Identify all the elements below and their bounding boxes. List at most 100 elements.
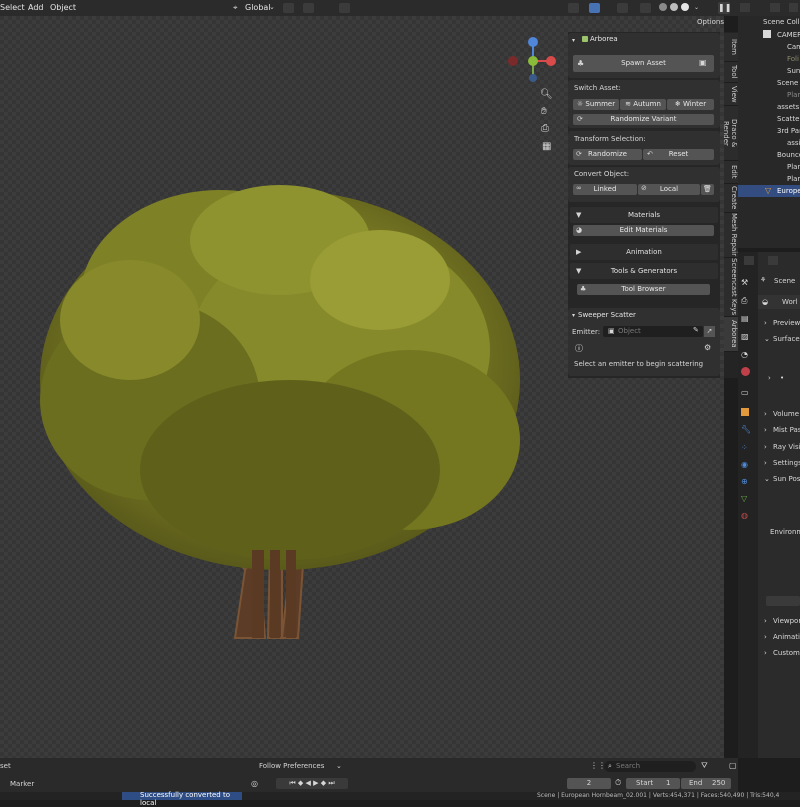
- world-tab-icon[interactable]: [741, 367, 750, 376]
- follow-preferences-dropdown[interactable]: Follow Preferences: [259, 762, 324, 770]
- autumn-button[interactable]: ≋ Autumn: [620, 99, 666, 110]
- winter-button[interactable]: ❄ Winter: [667, 99, 714, 110]
- pin-icon[interactable]: [768, 256, 778, 265]
- filter-icon[interactable]: [789, 3, 798, 12]
- section-mist[interactable]: Mist Pas: [773, 426, 800, 434]
- lock-icon[interactable]: ▢: [729, 761, 737, 770]
- outliner-item[interactable]: Scatter: [777, 115, 800, 123]
- gizmo-toggle-icon[interactable]: [589, 3, 600, 13]
- tool-tab-icon[interactable]: ⚒: [741, 278, 748, 287]
- edit-materials-button[interactable]: Edit Materials: [573, 225, 714, 236]
- materials-header[interactable]: Materials: [570, 207, 718, 223]
- eyedropper-icon[interactable]: ✎: [693, 326, 699, 334]
- section-ray-visibility[interactable]: Ray Visi: [773, 443, 800, 451]
- timeline-search-input[interactable]: ⌕ Search: [604, 761, 696, 772]
- physics-tab-icon[interactable]: ◉: [741, 460, 748, 469]
- section-settings[interactable]: Settings: [773, 459, 800, 467]
- section-sun-position[interactable]: Sun Pos: [773, 475, 800, 483]
- play-reverse-icon[interactable]: ◀: [305, 779, 310, 787]
- end-frame-field[interactable]: End 250: [681, 778, 731, 789]
- grid-icon[interactable]: ▦: [542, 141, 551, 152]
- menu-object[interactable]: Object: [50, 3, 76, 12]
- tab-arborea[interactable]: Arborea: [724, 317, 738, 352]
- trash-icon[interactable]: 🗑︎: [701, 184, 714, 195]
- randomize-button[interactable]: Randomize: [573, 149, 642, 160]
- collection-tab-icon[interactable]: ▭: [741, 388, 749, 397]
- tab-item[interactable]: Item: [724, 33, 738, 62]
- section-preview[interactable]: Preview: [773, 319, 800, 327]
- world-selector[interactable]: ◒ Worl: [758, 295, 800, 309]
- tab-mesh-repair[interactable]: Mesh Repair: [724, 213, 738, 258]
- tool-browser-button[interactable]: Tool Browser: [577, 284, 710, 295]
- object-tab-icon[interactable]: [741, 408, 749, 416]
- view-layer-tab-icon[interactable]: ▨: [741, 332, 749, 341]
- section-animation[interactable]: Animati: [773, 633, 800, 641]
- outliner-item[interactable]: Plar: [787, 163, 800, 171]
- outliner-item[interactable]: Plar: [787, 175, 800, 183]
- sun-position-field[interactable]: [766, 596, 800, 606]
- overlay-icon[interactable]: [617, 3, 628, 13]
- animation-header[interactable]: Animation: [570, 244, 718, 260]
- reset-button[interactable]: Reset: [643, 149, 714, 160]
- asset-menu[interactable]: set: [0, 762, 11, 770]
- browse-icon[interactable]: ▣: [699, 58, 707, 67]
- outliner-scene-collection[interactable]: Scene Colle: [763, 18, 800, 26]
- local-button[interactable]: Local: [638, 184, 700, 195]
- outliner-item[interactable]: CAMER: [777, 31, 800, 39]
- emitter-field[interactable]: ▣ Object ✎: [603, 326, 703, 337]
- outliner-item[interactable]: Scene: [777, 79, 798, 87]
- next-keyframe-icon[interactable]: ◆: [321, 779, 326, 787]
- settings-link-icon[interactable]: ⚙︎: [704, 343, 711, 352]
- outliner-item[interactable]: 3rd Par: [777, 127, 800, 135]
- section-surface[interactable]: Surface: [773, 335, 800, 343]
- section-viewport[interactable]: Viewpor: [773, 617, 800, 625]
- navigation-gizmo[interactable]: [505, 36, 565, 86]
- falloff-icon[interactable]: [339, 3, 350, 13]
- outliner-item[interactable]: assi: [787, 139, 800, 147]
- sweeper-chevron-icon[interactable]: ▾: [572, 312, 575, 319]
- menu-select[interactable]: Select: [0, 3, 25, 12]
- display-mode-icon[interactable]: [770, 3, 780, 12]
- modifier-tab-icon[interactable]: 🔧︎: [741, 425, 751, 434]
- editor-type-icon[interactable]: [740, 3, 750, 12]
- marker-menu[interactable]: Marker: [10, 780, 34, 788]
- tab-screencast-keys[interactable]: Screencast Keys: [724, 258, 738, 317]
- options-dropdown[interactable]: Options: [697, 18, 724, 26]
- tools-generators-header[interactable]: Tools & Generators: [570, 263, 718, 279]
- scene-tab-icon[interactable]: ◔: [741, 350, 748, 359]
- shading-rendered-icon[interactable]: [681, 3, 689, 11]
- randomize-variant-button[interactable]: Randomize Variant: [573, 114, 714, 125]
- summer-button[interactable]: ☼ Summer: [573, 99, 619, 110]
- outliner-item-selected[interactable]: Europe: [777, 187, 800, 195]
- outliner-item[interactable]: Foli: [787, 55, 799, 63]
- pause-icon[interactable]: ❚❚: [718, 2, 731, 14]
- menu-add[interactable]: Add: [28, 3, 44, 12]
- outliner-item[interactable]: Cam: [787, 43, 800, 51]
- zoom-icon[interactable]: 🔍︎: [540, 89, 553, 100]
- outliner-item[interactable]: Sun: [787, 67, 800, 75]
- data-tab-icon[interactable]: ▽: [741, 494, 747, 503]
- section-volume[interactable]: Volume: [773, 410, 799, 418]
- orientation-dropdown[interactable]: Global: [245, 3, 271, 12]
- shading-material-icon[interactable]: [670, 3, 678, 11]
- record-icon[interactable]: ◎: [251, 779, 258, 788]
- tab-tool[interactable]: Tool: [724, 62, 738, 83]
- hand-pan-icon[interactable]: ✋︎: [541, 106, 547, 117]
- filter-funnel-icon[interactable]: ⛛: [701, 761, 708, 771]
- xray-icon[interactable]: [640, 3, 651, 13]
- editor-type-icon[interactable]: [744, 256, 754, 265]
- start-frame-field[interactable]: Start 1: [626, 778, 680, 789]
- tab-view[interactable]: View: [724, 83, 738, 106]
- render-tab-icon[interactable]: ⎙: [741, 296, 747, 306]
- material-tab-icon[interactable]: ◍: [741, 511, 748, 520]
- camera-icon[interactable]: ⎙: [541, 123, 549, 134]
- jump-start-icon[interactable]: ⏮: [289, 779, 295, 787]
- proportional-edit-icon[interactable]: [303, 3, 314, 13]
- current-frame-field[interactable]: 2: [567, 778, 611, 789]
- play-icon[interactable]: ▶: [313, 779, 318, 787]
- tab-create[interactable]: Create: [724, 184, 738, 213]
- collapse-chevron-icon[interactable]: ▾: [572, 37, 575, 44]
- output-tab-icon[interactable]: ▤: [741, 314, 749, 323]
- tab-draco-render[interactable]: Draco & Render: [722, 106, 738, 161]
- section-custom[interactable]: Custom: [773, 649, 800, 657]
